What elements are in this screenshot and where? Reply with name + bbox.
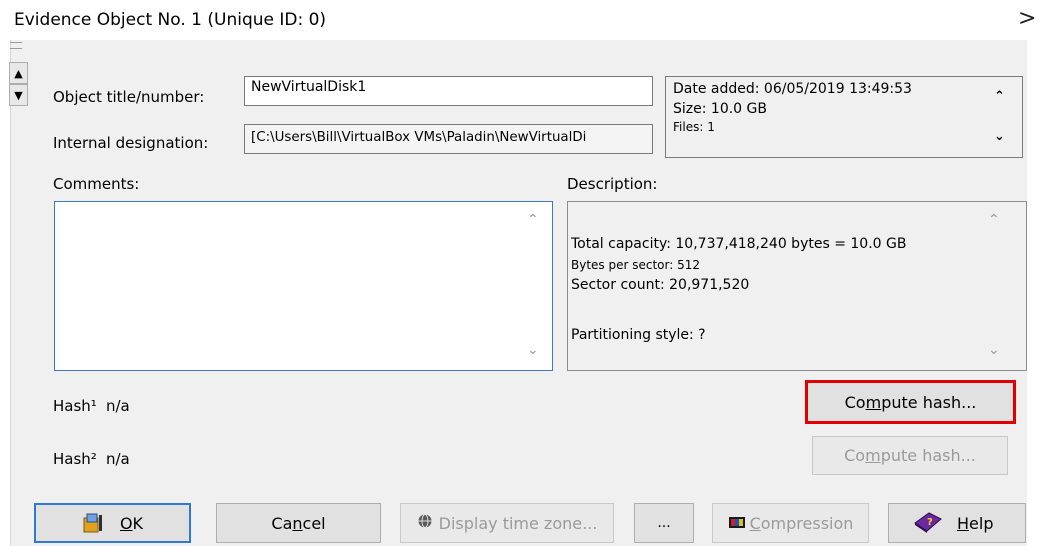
cancel-key: n (292, 513, 303, 533)
resize-grip-icon[interactable] (10, 42, 22, 49)
window-title: Evidence Object No. 1 (Unique ID: 0) (14, 10, 327, 30)
compute-hash-2-post: pute hash... (880, 446, 976, 465)
comments-textarea[interactable]: ⌃ ⌄ (54, 201, 553, 371)
compression-button[interactable]: Compression (712, 503, 869, 543)
display-time-zone-button[interactable]: Display time zone... (400, 503, 614, 543)
compute-hash-1-key: m (865, 392, 882, 412)
display-time-zone-label: Display time zone... (438, 513, 598, 533)
internal-designation-label: Internal designation: (53, 134, 209, 152)
compute-hash-button-2[interactable]: Co m pute hash... (812, 436, 1008, 475)
ok-button[interactable]: OK (34, 503, 191, 543)
compute-hash-1-pre: Co (844, 392, 866, 412)
object-title-label: Object title/number: (53, 88, 205, 106)
description-scroll-up-icon[interactable]: ⌃ (988, 212, 1000, 228)
description-label: Description: (567, 175, 658, 193)
info-box[interactable]: Date added: 06/05/2019 13:49:53 Size: 10… (665, 76, 1023, 158)
help-book-icon: ? (913, 509, 943, 537)
bytes-per-sector-text: Bytes per sector: 512 (571, 258, 700, 272)
ellipsis-button[interactable]: ... (634, 503, 694, 543)
ok-icon (82, 512, 108, 534)
ok-rest: K (132, 513, 144, 533)
compute-hash-button-1[interactable]: Co m pute hash... (805, 380, 1016, 424)
close-icon[interactable]: > (1018, 6, 1036, 31)
files-text: Files: 1 (673, 120, 715, 134)
compression-rest: ompression (760, 513, 854, 533)
help-rest: elp (969, 513, 994, 533)
spin-up-button[interactable]: ▲ (9, 62, 28, 84)
object-title-input[interactable]: NewVirtualDisk1 (244, 76, 653, 106)
compression-icon (728, 514, 746, 533)
arrow-down-icon: ▼ (14, 88, 23, 102)
arrow-up-icon: ▲ (14, 66, 23, 80)
spin-down-button[interactable]: ▼ (9, 84, 28, 106)
cancel-button[interactable]: Ca n cel (216, 503, 381, 543)
scroll-up-icon[interactable]: ⌃ (994, 89, 1005, 104)
scroll-down-icon[interactable]: ⌄ (994, 129, 1005, 144)
hash1-label: Hash¹ (53, 397, 97, 415)
comments-scroll-down-icon[interactable]: ⌄ (527, 342, 539, 358)
compute-hash-2-key: m (865, 446, 881, 465)
svg-text:?: ? (927, 517, 933, 528)
globe-icon (417, 513, 433, 533)
total-capacity-text: Total capacity: 10,737,418,240 bytes = 1… (571, 236, 907, 252)
compression-key: C (749, 513, 761, 533)
cancel-pre: Ca (271, 513, 293, 533)
hash2-label: Hash² (53, 450, 97, 468)
sector-count-text: Sector count: 20,971,520 (571, 277, 750, 293)
cancel-post: cel (302, 513, 326, 533)
comments-scroll-up-icon[interactable]: ⌃ (527, 212, 539, 228)
ok-key: O (119, 513, 133, 533)
internal-designation-field[interactable]: [C:\Users\Bill\VirtualBox VMs\Paladin\Ne… (244, 124, 653, 154)
compute-hash-1-post: pute hash... (881, 392, 977, 412)
help-button[interactable]: ? Help (888, 503, 1026, 543)
hash1-value: n/a (106, 397, 130, 415)
size-text: Size: 10.0 GB (673, 101, 767, 117)
date-added-text: Date added: 06/05/2019 13:49:53 (673, 81, 912, 97)
description-scroll-down-icon[interactable]: ⌄ (988, 342, 1000, 358)
help-key: H (957, 513, 970, 533)
partitioning-style-text: Partitioning style: ? (571, 327, 706, 343)
compute-hash-2-pre: Co (844, 446, 866, 465)
hash2-value: n/a (106, 450, 130, 468)
comments-label: Comments: (53, 175, 140, 193)
description-box[interactable]: Total capacity: 10,737,418,240 bytes = 1… (567, 201, 1027, 371)
